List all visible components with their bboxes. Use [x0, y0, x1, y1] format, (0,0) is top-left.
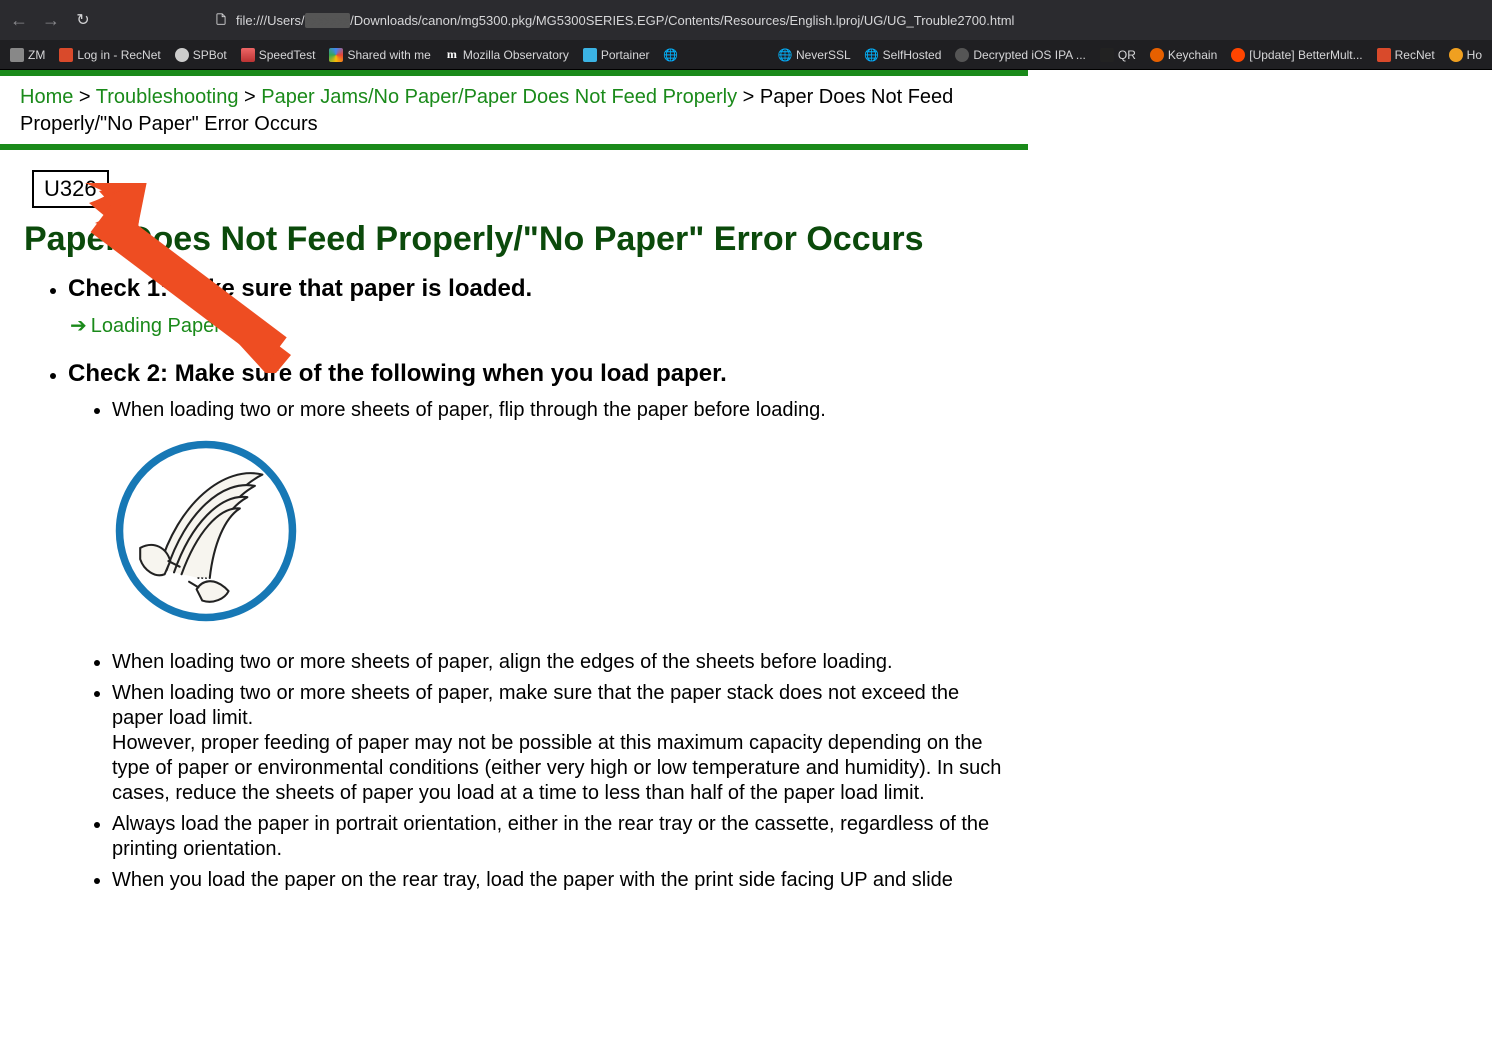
check2-item: When loading two or more sheets of paper… — [112, 681, 1004, 806]
check2-item: When loading two or more sheets of paper… — [112, 398, 1004, 632]
url-bar[interactable]: file:///Users/xxxxxxx/Downloads/canon/mg… — [214, 12, 1014, 29]
bookmark-item[interactable]: Log in - RecNet — [59, 48, 160, 62]
bookmark-icon — [1449, 48, 1463, 62]
check2-item: Always load the paper in portrait orient… — [112, 812, 1004, 862]
bookmarks-bar: ZM Log in - RecNet SPBot SpeedTest Share… — [0, 40, 1492, 70]
globe-icon: 🌐 — [778, 48, 792, 62]
page-content: Home > Troubleshooting > Paper Jams/No P… — [0, 70, 1028, 955]
check2-item: When loading two or more sheets of paper… — [112, 650, 1004, 675]
bookmark-icon — [241, 48, 255, 62]
bookmark-icon — [329, 48, 343, 62]
bookmark-item[interactable]: mMozilla Observatory — [445, 48, 569, 62]
bookmark-item[interactable]: Portainer — [583, 48, 650, 62]
bookmark-item[interactable]: 🌐 — [664, 48, 678, 62]
check2-item: When you load the paper on the rear tray… — [112, 868, 1004, 893]
bookmark-item[interactable]: Keychain — [1150, 48, 1217, 62]
check2-title: Check 2: Make sure of the following when… — [68, 360, 1004, 388]
bookmark-icon — [59, 48, 73, 62]
back-button[interactable]: ← — [8, 10, 30, 31]
bookmark-icon: m — [445, 48, 459, 62]
breadcrumb-paperjams[interactable]: Paper Jams/No Paper/Paper Does Not Feed … — [261, 86, 737, 108]
bookmark-item[interactable]: SpeedTest — [241, 48, 316, 62]
bookmark-icon — [175, 48, 189, 62]
file-icon — [214, 12, 228, 29]
globe-icon: 🌐 — [664, 48, 678, 62]
loading-paper-link[interactable]: ➔Loading Paper — [70, 313, 221, 338]
bookmark-icon — [1150, 48, 1164, 62]
breadcrumb-troubleshooting[interactable]: Troubleshooting — [96, 86, 239, 108]
page-title: Paper Does Not Feed Properly/"No Paper" … — [24, 220, 1028, 259]
breadcrumb-home[interactable]: Home — [20, 86, 73, 108]
bookmark-item[interactable]: RecNet — [1377, 48, 1435, 62]
bookmark-item[interactable]: 🌐SelfHosted — [865, 48, 942, 62]
error-code-box: U326 — [32, 170, 109, 208]
browser-toolbar: ← → ↻ file:///Users/xxxxxxx/Downloads/ca… — [0, 0, 1492, 40]
bookmark-item[interactable]: Decrypted iOS IPA ... — [955, 48, 1086, 62]
bookmark-icon — [10, 48, 24, 62]
check1-title: Check 1: Make sure that paper is loaded. — [68, 275, 1004, 303]
bookmark-item[interactable]: [Update] BetterMult... — [1231, 48, 1362, 62]
bookmark-item[interactable]: Ho — [1449, 48, 1482, 62]
url-text: file:///Users/xxxxxxx/Downloads/canon/mg… — [236, 13, 1014, 28]
bottom-green-bar — [0, 144, 1028, 150]
bookmark-icon — [1231, 48, 1245, 62]
bookmark-item[interactable]: ZM — [10, 48, 45, 62]
reload-button[interactable]: ↻ — [72, 10, 94, 30]
forward-button[interactable]: → — [40, 10, 62, 31]
bookmark-icon — [1100, 48, 1114, 62]
paper-flip-illustration — [112, 437, 1004, 632]
globe-icon: 🌐 — [865, 48, 879, 62]
bookmark-icon — [1377, 48, 1391, 62]
bookmark-icon — [583, 48, 597, 62]
bookmark-item[interactable]: 🌐NeverSSL — [778, 48, 851, 62]
bookmark-item[interactable]: SPBot — [175, 48, 227, 62]
bookmark-item[interactable]: Shared with me — [329, 48, 430, 62]
breadcrumb: Home > Troubleshooting > Paper Jams/No P… — [0, 76, 1028, 144]
bookmark-item[interactable]: QR — [1100, 48, 1136, 62]
arrow-right-icon: ➔ — [70, 315, 87, 337]
bookmark-icon — [955, 48, 969, 62]
